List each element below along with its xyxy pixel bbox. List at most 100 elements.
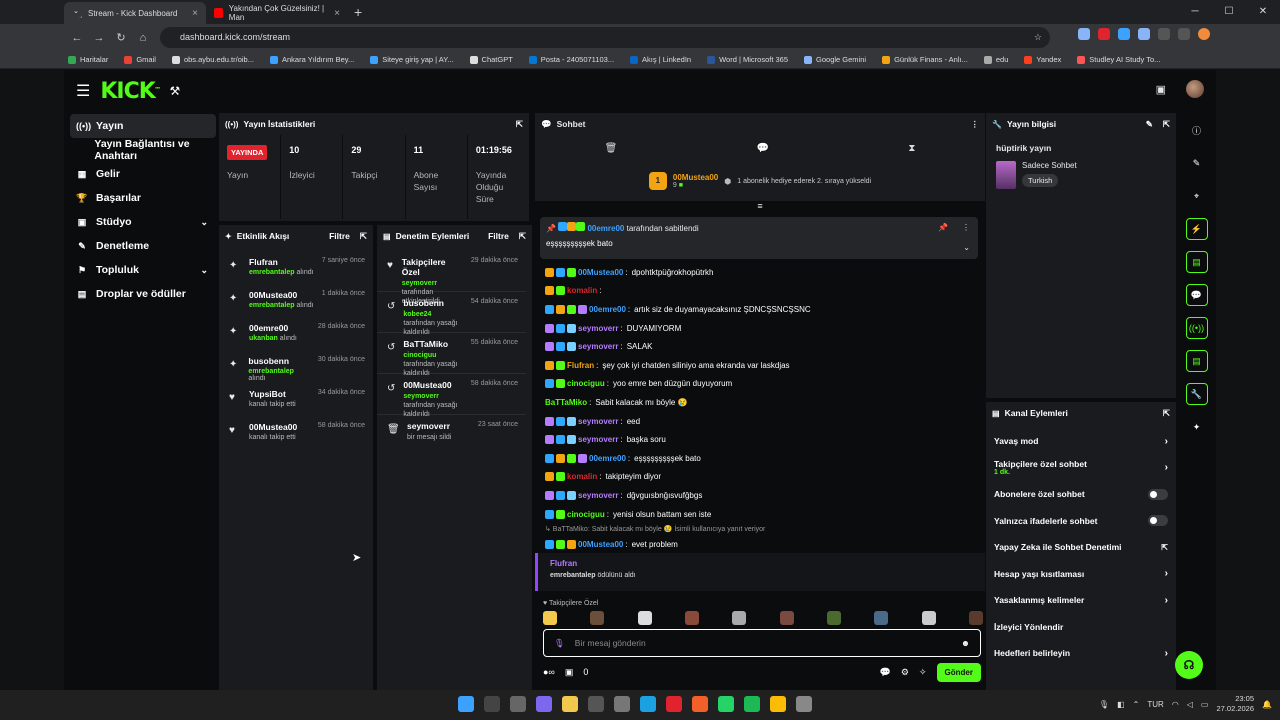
bookmark-item[interactable]: Studley AI Study To... — [1077, 55, 1160, 64]
moderation-item[interactable]: 🗑 seymoverr bir mesajı sildi 23 saat önce — [377, 415, 526, 456]
popout-icon[interactable]: ⇱ — [516, 119, 523, 130]
mic-icon[interactable]: 🎙 — [554, 638, 565, 649]
channel-action[interactable]: Yavaş mod › — [986, 428, 1176, 455]
chat-username[interactable]: seymoverr — [578, 417, 618, 426]
chat-message[interactable]: seymoverr: başka soru — [545, 430, 975, 449]
emote-icon[interactable] — [543, 611, 557, 625]
sidebar-item[interactable]: ⚑ Topluluk ⌄ — [64, 258, 216, 282]
chat-message[interactable]: Flufran: şey çok iyi chatden siliniyo ama… — [545, 356, 975, 375]
channel-action[interactable]: Takipçilere özel sohbet 1 dk. › — [986, 455, 1176, 482]
chevron-right-icon[interactable]: › — [1165, 436, 1168, 447]
forward-icon[interactable]: → — [88, 32, 110, 44]
minimize-icon[interactable]: ─ — [1178, 0, 1212, 24]
chat-username[interactable]: Flufran — [567, 361, 594, 370]
more-icon[interactable]: ⋮ — [971, 119, 980, 130]
chat-username[interactable]: komalin — [567, 472, 597, 481]
extension-icon[interactable] — [1138, 28, 1150, 40]
windows-start-icon[interactable] — [458, 696, 474, 712]
category-thumbnail[interactable] — [996, 161, 1016, 189]
chat-username[interactable]: BaTTaMiko — [545, 398, 587, 407]
emote-icon[interactable] — [921, 611, 936, 625]
chat-username[interactable]: seymoverr — [578, 324, 618, 333]
moderation-item[interactable]: ♥ Takipçilere Özel seymoverr tarafından et… — [377, 251, 526, 305]
activity-item[interactable]: ✦ busobenn emrebantalep alındı 30 dakika ön… — [219, 350, 373, 383]
new-tab-button[interactable]: + — [354, 4, 362, 20]
chat-input[interactable]: 🎙 Bir mesaj gönderin ☻ — [543, 629, 981, 657]
sidebar-item[interactable]: Yayın Bağlantısı ve Anahtarı — [64, 138, 216, 162]
reload-icon[interactable]: ↻ — [110, 31, 132, 44]
chat-message[interactable]: komalin: takipteyim diyor — [545, 468, 975, 487]
channel-action[interactable]: İzleyici Yönlendir — [986, 614, 1176, 641]
popout-icon[interactable]: ⇱ — [1163, 119, 1170, 130]
chat-username[interactable]: cinociguu — [567, 379, 605, 388]
brave-icon[interactable] — [692, 696, 708, 712]
bookmark-item[interactable]: edu — [983, 55, 1008, 64]
app-tray-icon[interactable]: ◧ — [1117, 700, 1125, 709]
back-icon[interactable]: ← — [66, 32, 88, 44]
moderation-item[interactable]: ↺ busobenn kobee24 tarafından yasağı kaldı… — [377, 292, 526, 336]
obs-icon[interactable] — [796, 696, 812, 712]
chat-message[interactable]: seymoverr: DUYAMIYORM — [545, 319, 975, 338]
chat-message[interactable]: 00emre00: eşşşşşşşşşek bato — [545, 449, 975, 468]
extension-icon[interactable] — [1118, 28, 1130, 40]
emote-icon[interactable] — [779, 611, 794, 625]
toggle-switch[interactable] — [1148, 515, 1168, 527]
emote-icon[interactable] — [826, 611, 841, 625]
spotify-icon[interactable] — [744, 696, 760, 712]
popout-icon[interactable]: ⇱ — [519, 231, 526, 242]
chat-message[interactable]: komalin: — [545, 282, 975, 301]
bookmark-item[interactable]: Gmail — [124, 55, 156, 64]
chat-username[interactable]: seymoverr — [578, 491, 618, 500]
emote-icon[interactable] — [874, 611, 889, 625]
chat-message[interactable]: cinociguu: yenisi olsun battam sen iste — [545, 505, 975, 524]
broadcast-icon[interactable]: ((•)) — [1185, 317, 1208, 339]
sidebar-item[interactable]: ▣ Stüdyo ⌄ — [64, 210, 216, 234]
shield-extension-icon[interactable] — [1078, 28, 1090, 40]
bookmark-item[interactable]: ChatGPT — [469, 55, 513, 64]
opera-icon[interactable] — [666, 696, 682, 712]
volume-icon[interactable]: ◁ — [1187, 700, 1193, 709]
sidebar-item[interactable]: ✎ Denetleme — [64, 234, 216, 258]
bookmark-item[interactable]: obs.aybu.edu.tr/oib... — [171, 55, 254, 64]
chevron-right-icon[interactable]: › — [1165, 462, 1168, 473]
chat-username[interactable]: 00emre00 — [589, 305, 626, 314]
channel-action[interactable]: Yapay Zeka ile Sohbet Denetimi ⇱ — [986, 534, 1176, 561]
chat-message[interactable]: 00Mustea00: dpohtktpüğrokhopütrkh — [545, 263, 975, 282]
browser-tab[interactable]: Yakından Çok Güzelsiniz! | Man × — [206, 2, 348, 24]
chat-username[interactable]: 00emre00 — [589, 454, 626, 463]
chat-icon[interactable]: 💬 — [1185, 284, 1208, 306]
chevron-down-icon[interactable]: ⌄ — [200, 265, 208, 276]
activity-item[interactable]: ♥ 00Mustea00 kanalı takip etti 58 dakika ön… — [219, 416, 373, 449]
bookmark-item[interactable]: Ankara Yıldırım Bey... — [269, 55, 354, 64]
chat-username[interactable]: komalin — [567, 286, 597, 295]
profile-avatar[interactable] — [1198, 28, 1210, 40]
emoji-icon[interactable]: ☻ — [961, 638, 970, 648]
extension-badge-icon[interactable] — [1098, 28, 1110, 40]
tools-icon[interactable]: ⚒ — [169, 84, 180, 98]
chat-bubble-icon[interactable]: 💬 — [757, 143, 769, 154]
bookmark-item[interactable]: Word | Microsoft 365 — [707, 55, 788, 64]
url-input[interactable]: dashboard.kick.com/stream ☆ — [160, 27, 1050, 48]
tag-badge[interactable]: Turkish — [1022, 174, 1059, 187]
activity-icon[interactable]: ✦ — [1186, 416, 1208, 438]
moderation-item[interactable]: ↺ 00Mustea00 seymoverr tarafından yasağı k… — [377, 374, 526, 418]
battery-icon[interactable]: ▭ — [1201, 700, 1209, 709]
tab-search-icon[interactable]: ⌄ — [70, 6, 82, 18]
sidebar-item[interactable]: ((•)) Yayın — [70, 114, 216, 138]
browser-tab[interactable]: Stream - Kick Dashboard × — [64, 2, 206, 24]
chat-message[interactable]: 00emre00: artık siz de duyamayacaksınız Ş… — [545, 300, 975, 319]
chevron-down-icon[interactable]: ⌄ — [963, 243, 970, 252]
bookmark-item[interactable]: Haritalar — [68, 55, 108, 64]
pinned-by[interactable]: 00emre00 — [587, 224, 624, 233]
menu-icon[interactable]: ☰ — [76, 81, 90, 101]
gift-icon[interactable]: ▣ — [1156, 83, 1166, 96]
close-tab-icon[interactable]: × — [334, 8, 340, 19]
clock[interactable]: 23:05 27.02.2026 — [1216, 694, 1254, 714]
activity-item[interactable]: ✦ Flufran emrebantalep alındı 7 saniye önce — [219, 251, 373, 284]
avatar[interactable] — [1186, 80, 1204, 98]
chrome-icon[interactable] — [770, 696, 786, 712]
channel-action[interactable]: Yasaklanmış kelimeler › — [986, 587, 1176, 614]
maximize-icon[interactable]: ☐ — [1212, 0, 1246, 24]
emote-icon[interactable] — [684, 611, 699, 625]
moderation-icon[interactable]: ▤ — [1185, 350, 1208, 372]
